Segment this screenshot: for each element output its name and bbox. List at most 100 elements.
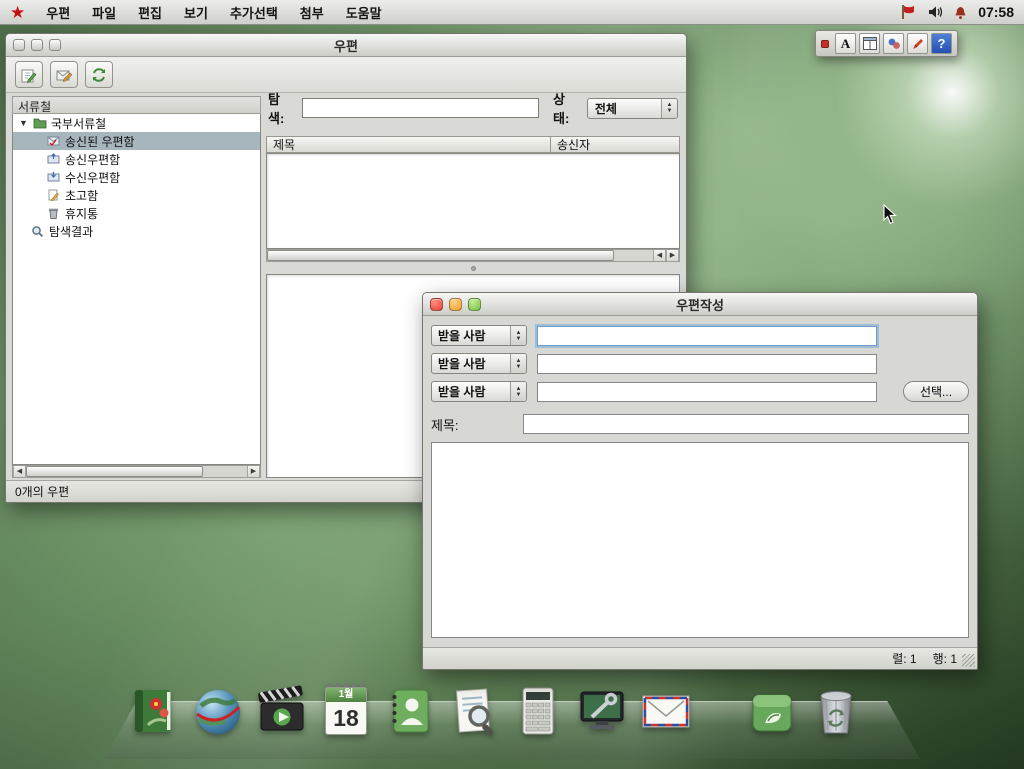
mail-toolbar (6, 57, 686, 93)
status-label: 상태: (553, 89, 580, 127)
tree-item-label: 송신우편함 (65, 151, 120, 168)
scrollbar-thumb[interactable] (26, 466, 203, 477)
flag-icon[interactable] (900, 4, 917, 21)
scroll-right-arrow[interactable]: ▶ (666, 250, 679, 261)
scroll-left-arrow[interactable]: ◀ (13, 466, 26, 477)
compose-mail-button[interactable] (15, 61, 43, 88)
tree-root-local-folders[interactable]: ▼ 국부서류철 (13, 114, 260, 132)
splitter-handle-icon (471, 266, 476, 271)
volume-icon[interactable] (926, 4, 943, 21)
menu-edit[interactable]: 편집 (127, 0, 173, 25)
search-input[interactable] (302, 98, 539, 118)
web-browser-icon[interactable] (190, 683, 246, 739)
message-body-input[interactable] (431, 442, 969, 638)
address-book-icon[interactable] (126, 683, 182, 739)
sidebar-horizontal-scrollbar[interactable]: ◀ ▶ (12, 465, 261, 478)
status-dropdown[interactable]: 전체 ▲▼ (587, 98, 678, 119)
tree-root-label: 국부서류철 (51, 115, 106, 132)
folder-sidebar: 서류철 ▼ 국부서류철 송신된 우편함 (12, 96, 261, 478)
edit-mail-button[interactable] (50, 61, 78, 88)
palette-close-button[interactable] (821, 40, 829, 48)
drafts-icon (47, 189, 61, 202)
calendar-rings-icon (328, 683, 364, 687)
recipient-input-1[interactable] (537, 326, 877, 346)
close-button[interactable] (430, 298, 443, 311)
select-contacts-button[interactable]: 선택... (903, 381, 969, 402)
recipient-type-dropdown[interactable]: 받을 사람 ▲▼ (431, 325, 527, 346)
subject-label: 제목: (431, 415, 523, 434)
tree-item-inbox[interactable]: 수신우편함 (13, 168, 260, 186)
scrollbar-thumb[interactable] (267, 250, 614, 261)
compose-body: 받을 사람 ▲▼ 받을 사람 ▲▼ 받을 사람 ▲▼ (423, 316, 977, 647)
recipient-input-3[interactable] (537, 382, 877, 402)
sidebar-header: 서류철 (12, 96, 261, 114)
window-title: 우편 (6, 36, 686, 55)
scroll-right-arrow[interactable]: ▶ (247, 466, 260, 477)
message-list-scrollbar[interactable]: ◀ ▶ (266, 249, 680, 262)
split-view-icon[interactable] (859, 33, 880, 54)
draw-tool-icon[interactable] (907, 33, 928, 54)
column-sender[interactable]: 송신자 (551, 136, 680, 153)
recipient-type-value: 받을 사람 (432, 354, 510, 373)
media-player-icon[interactable] (254, 683, 310, 739)
tree-item-trash[interactable]: 휴지통 (13, 204, 260, 222)
subject-input[interactable] (523, 414, 969, 434)
tree-item-drafts[interactable]: 초고함 (13, 186, 260, 204)
tree-item-label: 초고함 (65, 187, 98, 204)
help-icon[interactable]: ? (931, 33, 952, 54)
tree-item-label: 탐색결과 (49, 223, 93, 240)
compose-window: 우편작성 받을 사람 ▲▼ 받을 사람 ▲▼ (422, 292, 978, 670)
recipient-type-dropdown[interactable]: 받을 사람 ▲▼ (431, 381, 527, 402)
menu-help[interactable]: 도움말 (335, 0, 393, 25)
notification-icon[interactable] (952, 4, 969, 21)
text-tool-icon[interactable]: A (835, 33, 856, 54)
clock: 07:58 (978, 4, 1014, 20)
scroll-left-arrow[interactable]: ◀ (653, 250, 666, 261)
calendar-month: 1월 (326, 688, 366, 702)
column-subject[interactable]: 제목 (266, 136, 551, 153)
calculator-icon[interactable] (510, 683, 566, 739)
column-indicator: 렬: 1 (892, 650, 916, 667)
resize-grip[interactable] (962, 654, 975, 667)
red-star-logo[interactable]: ★ (10, 4, 25, 21)
close-button[interactable] (13, 39, 25, 51)
pane-splitter[interactable] (266, 264, 680, 273)
mail-titlebar[interactable]: 우편 (6, 34, 686, 57)
contacts-icon[interactable] (382, 683, 438, 739)
recipient-input-2[interactable] (537, 354, 877, 374)
recipient-type-dropdown[interactable]: 받을 사람 ▲▼ (431, 353, 527, 374)
send-receive-button[interactable] (85, 61, 113, 88)
recipient-row: 받을 사람 ▲▼ (431, 325, 969, 346)
compose-statusbar: 렬: 1 행: 1 (423, 647, 977, 669)
trash-icon (47, 207, 61, 220)
menubar: ★ 우편 파일 편집 보기 추가선택 첨부 도움말 07:58 (0, 0, 1024, 25)
notes-icon[interactable] (446, 683, 502, 739)
subject-row: 제목: (431, 414, 969, 434)
tool-palette: A ? (815, 30, 958, 57)
dock-trash-icon[interactable] (808, 683, 864, 739)
menu-view[interactable]: 보기 (173, 0, 219, 25)
folder-icon (33, 117, 47, 130)
compose-titlebar[interactable]: 우편작성 (423, 293, 977, 316)
minimize-button[interactable] (449, 298, 462, 311)
menu-attach[interactable]: 첨부 (289, 0, 335, 25)
menu-options[interactable]: 추가선택 (219, 0, 289, 25)
package-manager-icon[interactable] (744, 683, 800, 739)
menu-mail[interactable]: 우편 (35, 0, 81, 25)
tree-item-sent[interactable]: 송신된 우편함 (13, 132, 260, 150)
paint-tool-icon[interactable] (883, 33, 904, 54)
mail-icon[interactable] (638, 683, 694, 739)
search-icon (31, 225, 45, 238)
minimize-button[interactable] (31, 39, 43, 51)
menu-file[interactable]: 파일 (81, 0, 127, 25)
zoom-button[interactable] (49, 39, 61, 51)
search-row: 탐색: 상태: 전체 ▲▼ (268, 96, 680, 120)
tree-item-outbox[interactable]: 송신우편함 (13, 150, 260, 168)
calendar-icon[interactable]: 1월 18 (318, 683, 374, 739)
sent-mail-icon (47, 135, 61, 148)
system-settings-icon[interactable] (574, 683, 630, 739)
tree-item-search-results[interactable]: 탐색결과 (13, 222, 260, 240)
message-list[interactable] (266, 153, 680, 249)
zoom-button[interactable] (468, 298, 481, 311)
disclosure-triangle-icon[interactable]: ▼ (19, 118, 29, 128)
